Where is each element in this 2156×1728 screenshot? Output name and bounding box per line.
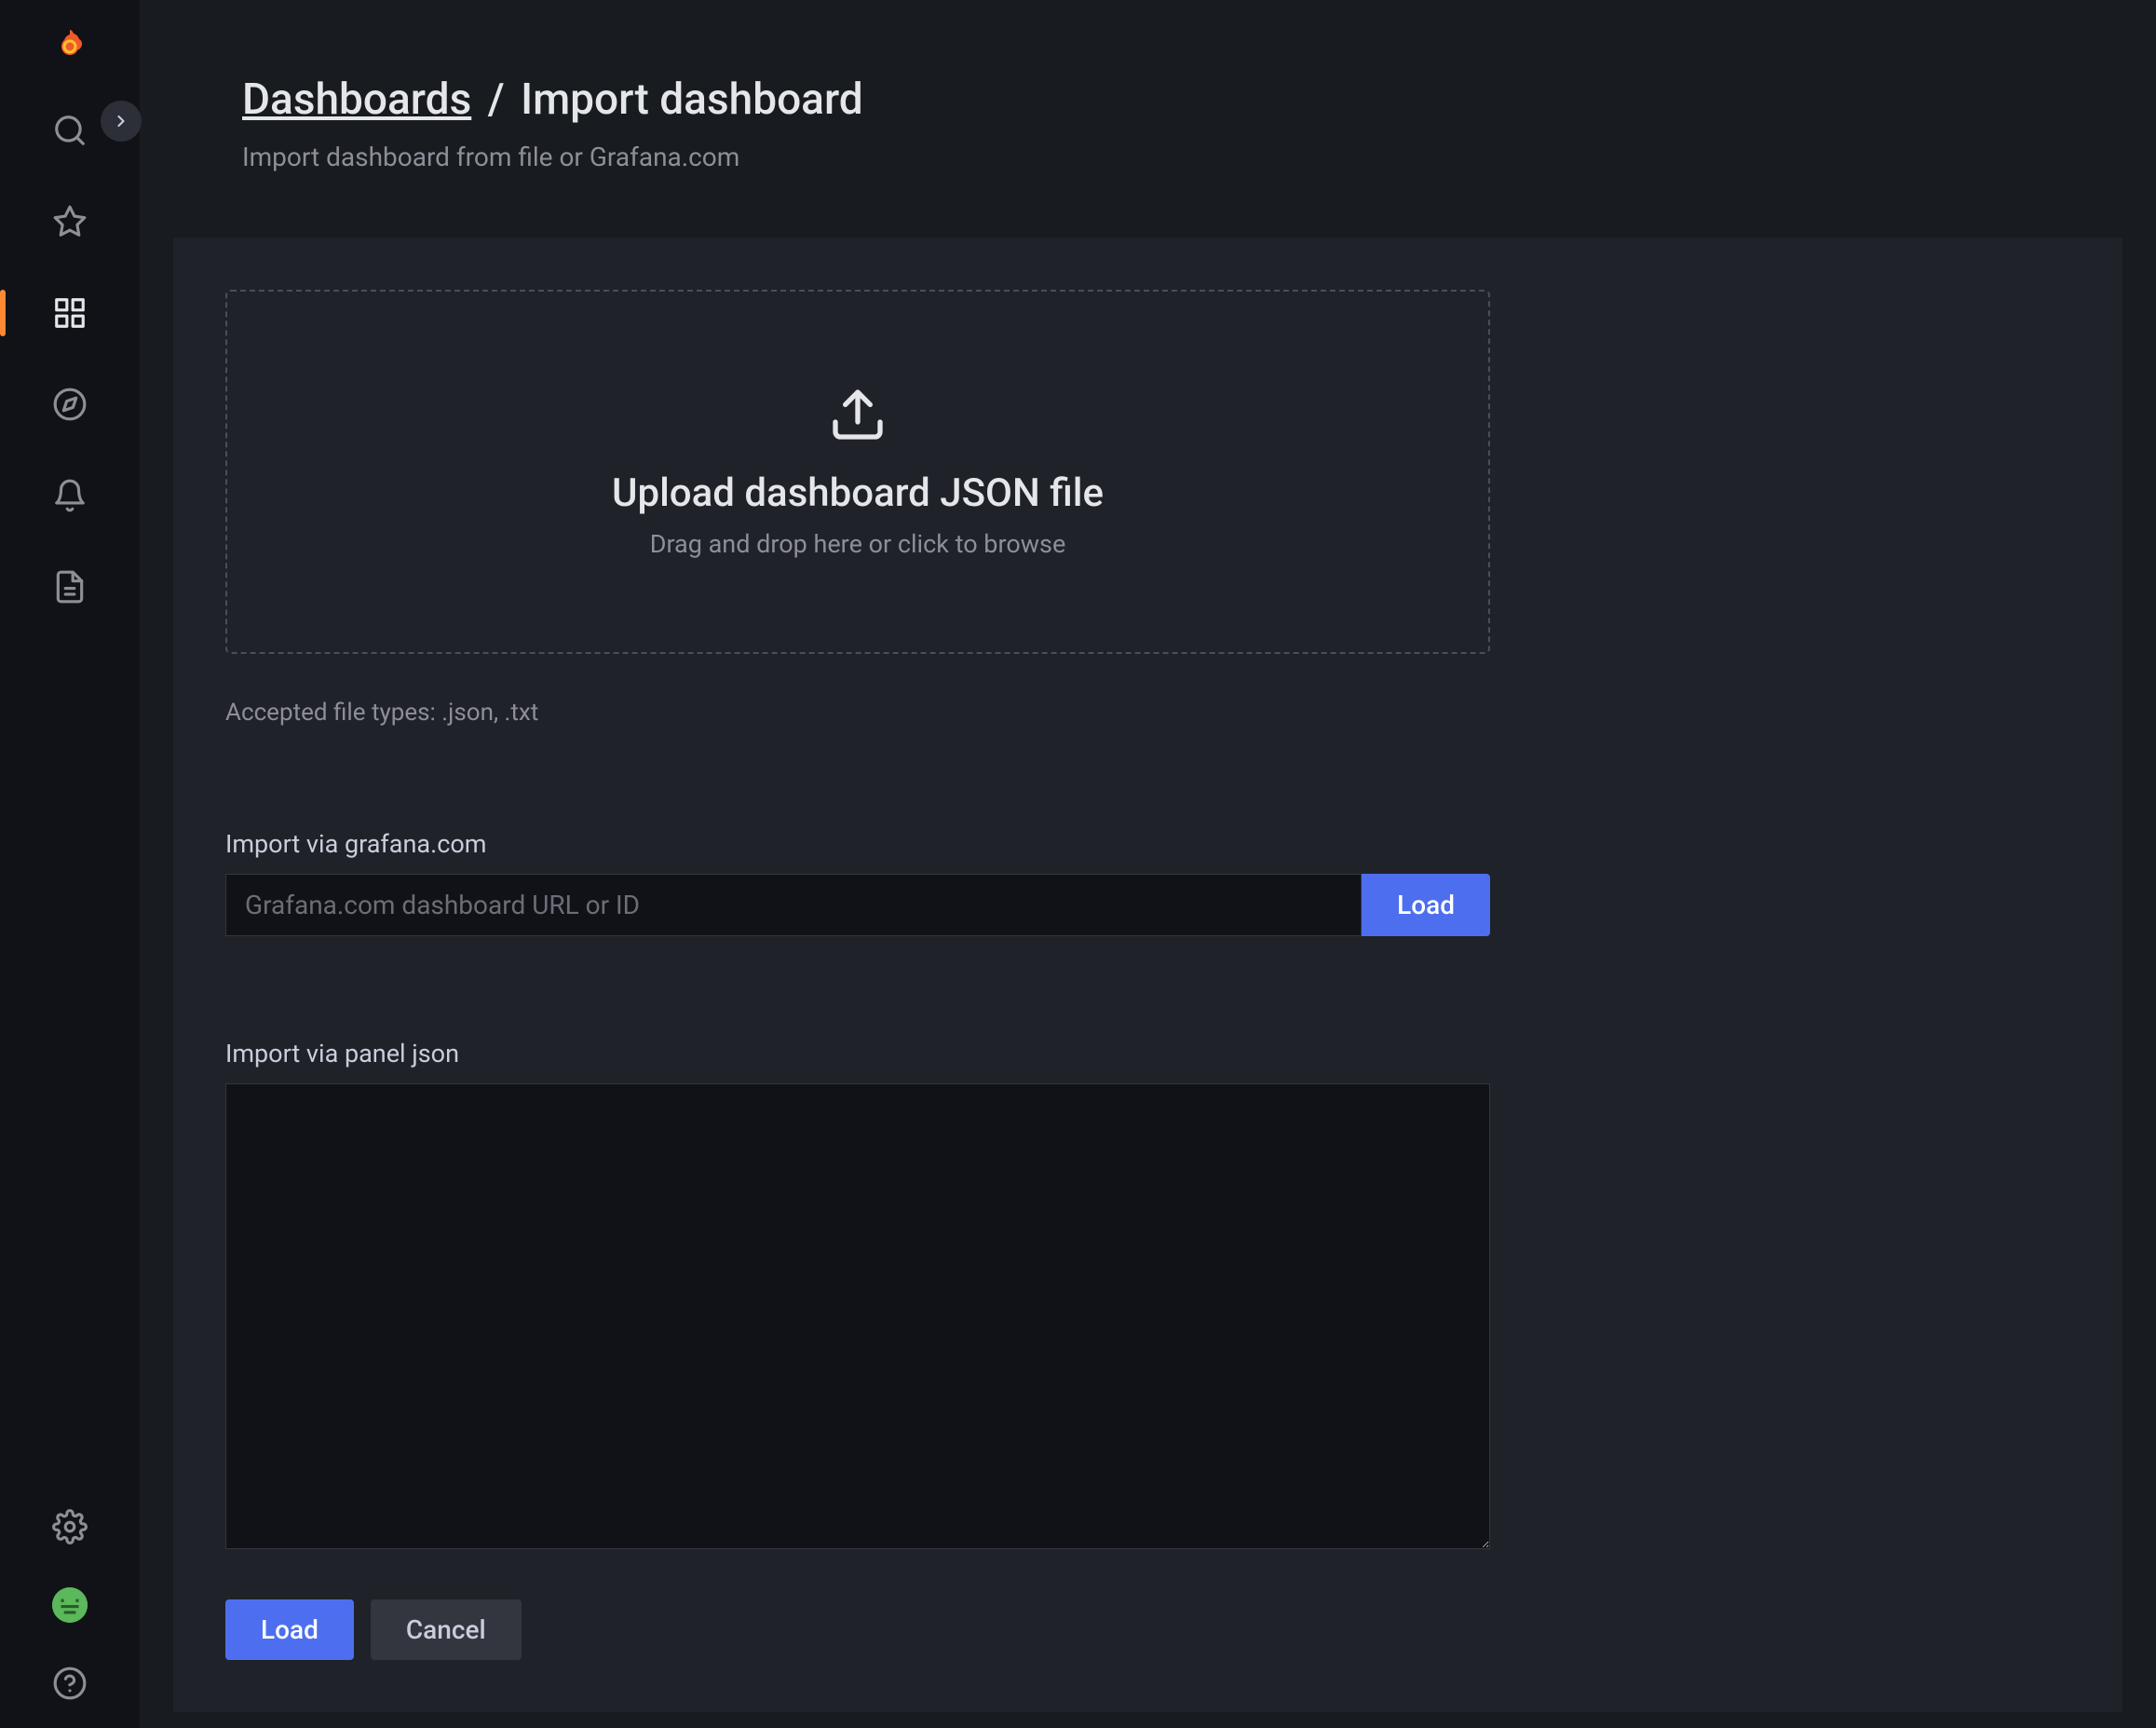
grafana-url-input[interactable] xyxy=(225,874,1362,936)
compass-icon[interactable] xyxy=(51,386,88,423)
import-json-label: Import via panel json xyxy=(225,1039,1490,1068)
panel-json-textarea[interactable] xyxy=(225,1083,1490,1549)
import-json-group: Import via panel json xyxy=(225,1039,1490,1553)
sidebar xyxy=(0,0,140,1728)
dropzone-subtitle: Drag and drop here or click to browse xyxy=(264,529,1451,559)
gear-icon[interactable] xyxy=(51,1508,88,1545)
dashboards-icon[interactable] xyxy=(51,294,88,332)
main-content: Dashboards / Import dashboard Import das… xyxy=(140,0,2156,1728)
avatar[interactable] xyxy=(51,1586,88,1624)
search-icon[interactable] xyxy=(51,112,88,149)
cancel-button[interactable]: Cancel xyxy=(371,1599,522,1660)
page-header: Dashboards / Import dashboard Import das… xyxy=(140,0,2156,210)
load-button[interactable]: Load xyxy=(225,1599,354,1660)
upload-dropzone[interactable]: Upload dashboard JSON file Drag and drop… xyxy=(225,290,1490,654)
help-icon[interactable] xyxy=(51,1665,88,1702)
breadcrumb-current: Import dashboard xyxy=(521,75,863,125)
grafana-logo-icon[interactable] xyxy=(49,26,90,67)
accepted-types-hint: Accepted file types: .json, .txt xyxy=(225,699,2070,727)
breadcrumb-root-link[interactable]: Dashboards xyxy=(242,75,471,125)
bell-icon[interactable] xyxy=(51,477,88,514)
expand-sidebar-button[interactable] xyxy=(101,101,142,142)
page-subtitle: Import dashboard from file or Grafana.co… xyxy=(242,142,2054,172)
clipboard-icon[interactable] xyxy=(51,568,88,605)
sidebar-bottom xyxy=(51,1508,88,1728)
import-url-group: Import via grafana.com Load xyxy=(225,829,1490,936)
breadcrumb-separator: / xyxy=(488,75,505,125)
star-icon[interactable] xyxy=(51,203,88,240)
action-row: Load Cancel xyxy=(225,1599,2070,1660)
breadcrumb: Dashboards / Import dashboard xyxy=(242,75,2054,125)
import-url-label: Import via grafana.com xyxy=(225,829,1490,859)
dropzone-title: Upload dashboard JSON file xyxy=(264,470,1451,516)
content-panel: Upload dashboard JSON file Drag and drop… xyxy=(173,238,2122,1712)
upload-icon xyxy=(828,385,888,444)
load-url-button[interactable]: Load xyxy=(1362,874,1490,936)
